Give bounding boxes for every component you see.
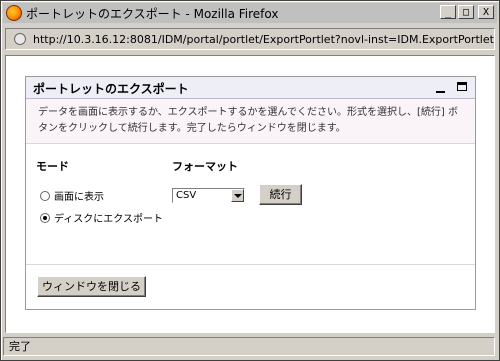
page-content: ポートレットのエクスポート データを画面に表示するか、エクスポートするかを選んで… [5,55,495,333]
format-select[interactable]: CSV [172,188,245,203]
close-window-button[interactable]: X [478,5,494,19]
portlet-header: ポートレットのエクスポート [26,77,475,99]
url-text[interactable]: http://10.3.16.12:8081/IDM/portal/portle… [33,33,494,46]
mode-option-export-label: ディスクにエクスポート [54,214,163,225]
portlet-maximize-icon[interactable] [457,82,467,91]
divider [26,264,475,265]
page-icon [14,33,26,45]
export-portlet: ポートレットのエクスポート データを画面に表示するか、エクスポートするかを選んで… [25,76,476,310]
format-label: フォーマット [172,160,238,173]
portlet-title: ポートレットのエクスポート [33,82,189,96]
description-text: データを画面に表示するか、エクスポートするかを選んでください。形式を選択し、[続… [38,107,458,134]
window-controls: _ □ X [440,5,494,19]
portlet-minimize-icon[interactable] [436,84,445,93]
window-title: ポートレットのエクスポート - Mozilla Firefox [26,6,279,21]
radio-export-icon[interactable] [40,212,50,223]
dropdown-arrow-icon[interactable] [231,189,244,202]
mode-option-display[interactable]: 画面に表示 [40,188,104,203]
minimize-button[interactable]: _ [440,5,456,19]
run-button[interactable]: 続行 [259,184,302,205]
mode-label: モード [36,160,69,173]
radio-display-icon[interactable] [40,190,50,201]
browser-window: ポートレットのエクスポート - Mozilla Firefox _ □ X ht… [0,0,500,361]
mode-option-display-label: 画面に表示 [54,192,104,203]
address-bar[interactable]: http://10.3.16.12:8081/IDM/portal/portle… [5,28,495,50]
status-text: 完了 [3,337,495,356]
portlet-description: データを画面に表示するか、エクスポートするかを選んでください。形式を選択し、[続… [26,99,475,144]
status-bar: 完了 [3,337,497,358]
maximize-button[interactable]: □ [458,5,474,19]
close-window-portlet-button[interactable]: ウィンドウを閉じる [37,276,146,297]
mode-option-export[interactable]: ディスクにエクスポート [40,210,163,225]
format-select-value: CSV [176,190,197,201]
title-bar: ポートレットのエクスポート - Mozilla Firefox _ □ X [3,3,497,23]
firefox-icon [6,5,22,21]
